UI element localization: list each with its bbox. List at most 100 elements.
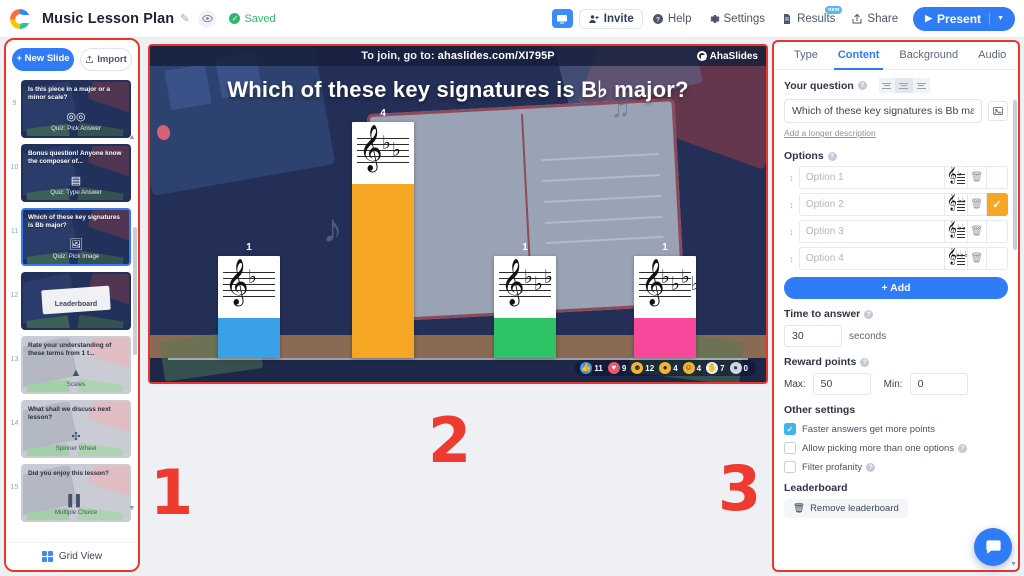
present-button[interactable]: ▶ Present ▼ xyxy=(913,6,1015,31)
wow-emoji[interactable]: ● xyxy=(659,362,672,374)
slide-stage[interactable]: ♪ ♫ To join, go to: ahaslides.com/XI795P… xyxy=(148,44,768,384)
time-to-answer-input[interactable] xyxy=(784,325,842,347)
slide-thumbnail[interactable]: Rate your understanding of these terms f… xyxy=(21,336,131,394)
option-input-4[interactable] xyxy=(798,247,945,270)
question-input[interactable] xyxy=(784,99,982,123)
brand-name: AhaSlides xyxy=(709,50,758,62)
slide-thumbnail[interactable]: Did you enjoy this lesson? ▌▌ Multiple C… xyxy=(21,464,131,522)
max-points-input[interactable] xyxy=(812,373,871,395)
import-label: Import xyxy=(97,54,127,65)
option-input-3[interactable] xyxy=(798,220,945,243)
checkbox-allow-multi[interactable] xyxy=(784,442,796,454)
align-right-button[interactable] xyxy=(912,78,930,93)
list-item[interactable]: 15 Did you enjoy this lesson? ▌▌ Multipl… xyxy=(6,461,135,525)
align-left-button[interactable] xyxy=(878,78,896,93)
setting-faster-answers[interactable]: ✓ Faster answers get more points xyxy=(784,423,1008,435)
align-center-button[interactable] xyxy=(895,78,913,93)
help-icon[interactable]: ? xyxy=(827,151,837,161)
setting-filter-profanity[interactable]: Filter profanity ? xyxy=(784,461,1008,473)
grin-emoji[interactable]: ☻ xyxy=(631,362,644,374)
list-item[interactable]: 9 Is this piece in a major or a minor sc… xyxy=(6,77,135,141)
question-image-icon[interactable] xyxy=(988,101,1008,121)
slide-thumbnail-selected[interactable]: Which of these key signatures is Bb majo… xyxy=(21,208,131,266)
thumbs-up-emoji[interactable]: 👍 xyxy=(580,362,593,374)
setting-allow-multi[interactable]: Allow picking more than one options ? xyxy=(784,442,1008,454)
option-image-thumb-1[interactable]: 𝄞 ♭ xyxy=(944,166,968,189)
chat-bubble-icon[interactable] xyxy=(974,528,1012,566)
list-item[interactable]: 12 Leaderboard xyxy=(6,269,135,333)
checkbox-faster-answers[interactable]: ✓ xyxy=(784,423,796,435)
invite-button[interactable]: Invite xyxy=(578,8,643,29)
option-input-2[interactable] xyxy=(798,193,945,216)
panel-scrollbar[interactable] xyxy=(1013,100,1017,250)
delete-option-icon-3[interactable]: 🗑 xyxy=(967,220,987,243)
min-label: Min: xyxy=(883,378,903,390)
option-input-1[interactable] xyxy=(798,166,945,189)
tab-audio[interactable]: Audio xyxy=(968,42,1016,69)
option-image-thumb-3[interactable]: 𝄞 ♭♭♭ xyxy=(944,220,968,243)
slide-thumbnail[interactable]: What shall we discuss next lesson? ✣ Spi… xyxy=(21,400,131,458)
mark-correct-toggle-4[interactable] xyxy=(986,247,1008,270)
list-item[interactable]: 13 Rate your understanding of these term… xyxy=(6,333,135,397)
grid-view-button[interactable]: Grid View xyxy=(6,542,138,570)
preview-eye-icon[interactable] xyxy=(198,9,217,28)
help-icon[interactable]: ? xyxy=(857,81,867,90)
min-points-input[interactable] xyxy=(909,373,968,395)
key-signature-image-4: 𝄞 ♭♭♭♭ xyxy=(634,256,696,318)
help-icon[interactable]: ? xyxy=(958,443,968,453)
smile-emoji[interactable]: ☺ xyxy=(682,362,695,374)
delete-option-icon-2[interactable]: 🗑 xyxy=(967,193,987,216)
bar-fill xyxy=(352,184,414,358)
chevron-down-icon[interactable]: ▼ xyxy=(997,15,1004,22)
list-item[interactable]: 11 Which of these key signatures is Bb m… xyxy=(6,205,135,269)
option-image-thumb-2[interactable]: 𝄞 ♭ ♭ xyxy=(944,193,968,216)
list-item[interactable]: 14 What shall we discuss next lesson? ✣ … xyxy=(6,397,135,461)
help-icon[interactable]: ? xyxy=(864,309,874,319)
tab-content[interactable]: Content xyxy=(828,42,890,70)
person-icon[interactable]: ● xyxy=(729,362,742,374)
heart-emoji[interactable]: ♥ xyxy=(607,362,620,374)
mark-correct-toggle-3[interactable] xyxy=(986,220,1008,243)
add-description-link[interactable]: Add a longer description xyxy=(784,128,876,138)
edit-title-pencil-icon[interactable]: ✎ xyxy=(180,12,189,25)
share-button[interactable]: Share xyxy=(844,9,905,29)
drag-handle-icon[interactable]: ↕ xyxy=(784,227,799,237)
screen-icon[interactable] xyxy=(551,9,573,28)
option-image-thumb-4[interactable]: 𝄞 ♭♭♭♭ xyxy=(944,247,968,270)
panel-scroll-down-icon[interactable]: ▼ xyxy=(1010,561,1017,568)
slide-thumbnail[interactable]: Leaderboard xyxy=(21,272,131,330)
sidebar-scrollbar[interactable] xyxy=(133,227,137,355)
delete-option-icon-1[interactable]: 🗑 xyxy=(967,166,987,189)
list-item[interactable]: 10 Bonus question! Anyone know the compo… xyxy=(6,141,135,205)
mark-correct-toggle-2[interactable]: ✓ xyxy=(986,193,1008,216)
remove-leaderboard-button[interactable]: 🗑 Remove leaderboard xyxy=(784,499,908,518)
target-icon: ◎◎ xyxy=(66,111,86,123)
help-button[interactable]: ? Help xyxy=(645,9,699,29)
help-icon[interactable]: ? xyxy=(866,462,876,472)
new-slide-button[interactable]: + New Slide xyxy=(12,48,74,71)
drag-handle-icon[interactable]: ↕ xyxy=(784,200,799,210)
reaction-count: 0 xyxy=(743,363,748,373)
import-button[interactable]: Import xyxy=(80,48,132,71)
clap-emoji[interactable]: ✋ xyxy=(706,362,719,374)
join-code: ahaslides.com/XI795P xyxy=(437,50,555,62)
tab-type[interactable]: Type xyxy=(784,42,828,69)
slide-number: 10 xyxy=(10,164,19,171)
slide-list[interactable]: ▲ 9 Is this piece in a major or a minor … xyxy=(6,77,138,542)
checkbox-filter-profanity[interactable] xyxy=(784,461,796,473)
add-option-button[interactable]: + Add xyxy=(784,277,1008,299)
delete-option-icon-4[interactable]: 🗑 xyxy=(967,247,987,270)
document-title[interactable]: Music Lesson Plan xyxy=(42,11,174,27)
slide-thumbnail[interactable]: Bonus question! Anyone know the composer… xyxy=(21,144,131,202)
tab-background[interactable]: Background xyxy=(889,42,968,69)
reactions-bar[interactable]: 👍 11 ♥ 9 ☻ 12 ● 4 ☺ 4 ✋ 7 ● 0 xyxy=(575,360,756,376)
results-button[interactable]: Results new xyxy=(774,5,843,29)
settings-button[interactable]: Settings xyxy=(701,9,773,29)
drag-handle-icon[interactable]: ↕ xyxy=(784,173,799,183)
help-icon[interactable]: ? xyxy=(860,357,870,367)
slide-thumbnail[interactable]: Is this piece in a major or a minor scal… xyxy=(21,80,131,138)
results-label: Results xyxy=(797,12,836,25)
chart-bar-group: 4 𝄞 ♭ ♭ xyxy=(352,108,414,358)
mark-correct-toggle-1[interactable] xyxy=(986,166,1008,189)
drag-handle-icon[interactable]: ↕ xyxy=(784,254,799,264)
